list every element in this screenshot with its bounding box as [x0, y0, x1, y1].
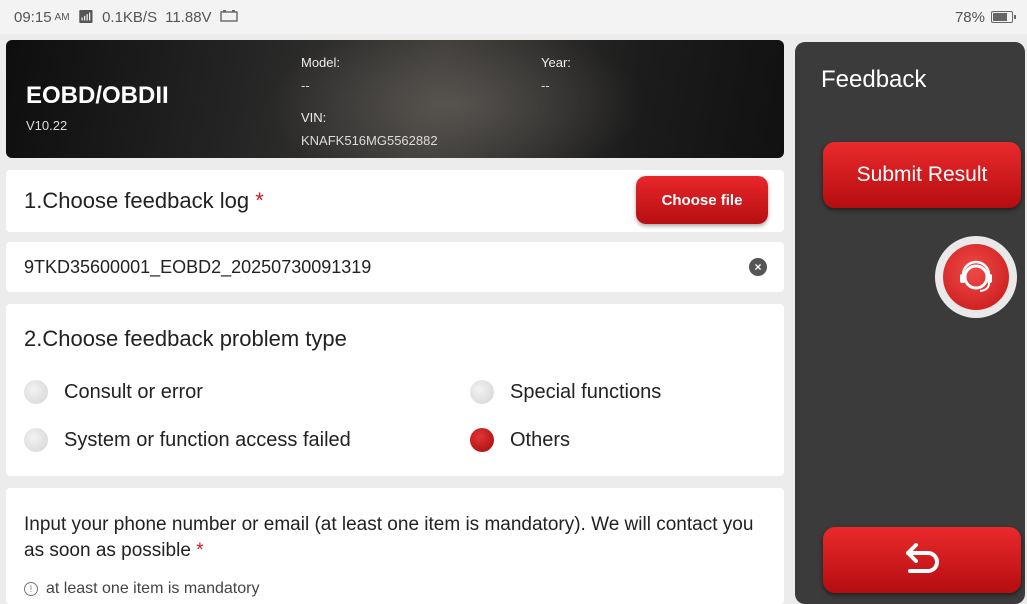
- model-label: Model:: [301, 55, 341, 70]
- vin-label: VIN:: [301, 110, 327, 125]
- radio-icon: [24, 380, 48, 404]
- panel-title: Feedback: [821, 66, 927, 93]
- back-button[interactable]: [823, 527, 1021, 593]
- app-version: V10.22: [26, 118, 68, 133]
- wifi-icon: 📶︎: [77, 9, 95, 24]
- radio-option-others[interactable]: Others: [470, 428, 570, 452]
- radio-icon: [24, 428, 48, 452]
- app-title: EOBD/OBDII: [26, 82, 169, 109]
- vehicle-header-banner: EOBD/OBDII V10.22 Model: -- Year: -- VIN…: [6, 40, 784, 158]
- vin-value: KNAFK516MG5562882: [301, 133, 438, 148]
- submit-result-button[interactable]: Submit Result: [823, 142, 1021, 208]
- battery-icon: [991, 11, 1016, 23]
- customer-support-icon: [943, 244, 1009, 310]
- clear-icon[interactable]: ×: [749, 258, 767, 276]
- radio-checked-icon: [470, 428, 494, 452]
- contact-card: Input your phone number or email (at lea…: [6, 488, 784, 604]
- mandatory-hint: ! at least one item is mandatory: [24, 580, 259, 598]
- feedback-log-title: 1.Choose feedback log *: [24, 188, 264, 213]
- contact-instructions: Input your phone number or email (at lea…: [24, 514, 754, 561]
- feedback-log-card: 1.Choose feedback log * Choose file: [6, 170, 784, 232]
- radio-icon: [470, 380, 494, 404]
- radio-option-consult[interactable]: Consult or error: [24, 380, 203, 404]
- status-bar: 09:15 AM 📶︎ 0.1KB/S 11.88V 78%: [0, 0, 1027, 34]
- required-mark: *: [255, 188, 264, 213]
- radio-option-access-failed[interactable]: System or function access failed: [24, 428, 351, 452]
- year-value: --: [541, 78, 550, 93]
- problem-type-title: 2.Choose feedback problem type: [24, 326, 347, 351]
- year-label: Year:: [541, 55, 571, 70]
- required-mark: *: [196, 540, 204, 561]
- model-value: --: [301, 78, 310, 93]
- status-network-speed: 0.1KB/S: [102, 8, 158, 26]
- return-arrow-icon: [902, 542, 942, 578]
- side-panel: Feedback Submit Result: [795, 42, 1025, 604]
- selected-file-name: 9TKD35600001_EOBD2_20250730091319: [24, 257, 372, 277]
- choose-file-button[interactable]: Choose file: [636, 176, 768, 224]
- battery-percent: 78%: [954, 8, 985, 26]
- status-ampm: AM: [54, 11, 70, 23]
- status-time: 09:15: [14, 8, 52, 26]
- customer-support-button[interactable]: [935, 236, 1017, 318]
- selected-file-field[interactable]: 9TKD35600001_EOBD2_20250730091319 ×: [6, 242, 784, 292]
- status-voltage: 11.88V: [165, 8, 212, 26]
- car-battery-icon: [219, 9, 238, 26]
- radio-option-special[interactable]: Special functions: [470, 380, 661, 404]
- info-icon: !: [24, 582, 38, 596]
- problem-type-card: 2.Choose feedback problem type Consult o…: [6, 304, 784, 476]
